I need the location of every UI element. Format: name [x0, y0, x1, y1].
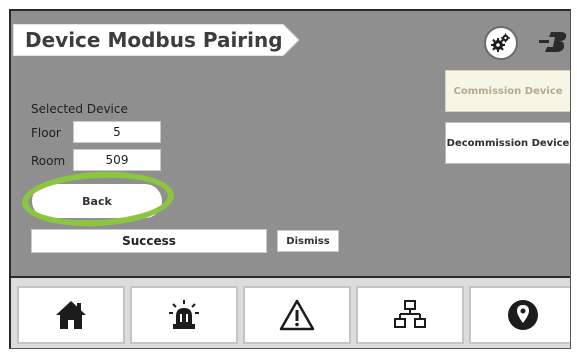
room-value: 509 [105, 153, 129, 167]
nav-home-button[interactable] [17, 286, 125, 344]
decommission-device-label: Decommission Device [446, 137, 570, 149]
selected-device-heading: Selected Device [31, 102, 128, 116]
home-icon [56, 301, 86, 329]
highlight-ring [20, 168, 176, 230]
warning-icon [279, 299, 315, 331]
location-pin-icon [508, 300, 538, 330]
floor-label: Floor [31, 126, 61, 140]
network-icon [394, 300, 426, 328]
nav-location-button[interactable] [469, 286, 570, 344]
commission-device-button[interactable]: Commission Device [445, 70, 570, 112]
room-label: Room [31, 154, 66, 168]
alarm-icon [169, 300, 199, 329]
gear-icon [491, 33, 510, 52]
floor-value-field: 5 [73, 121, 161, 143]
decommission-device-button[interactable]: Decommission Device [445, 122, 570, 164]
app-screen: Device Modbus Pairing Commission Device … [9, 9, 571, 349]
settings-button[interactable] [484, 26, 518, 60]
nav-alarm-button[interactable] [130, 286, 238, 344]
page-title-banner: Device Modbus Pairing [13, 24, 301, 56]
dismiss-label: Dismiss [286, 235, 330, 247]
nav-network-button[interactable] [356, 286, 464, 344]
commission-device-label: Commission Device [453, 85, 563, 97]
status-message: Success [122, 234, 176, 248]
dismiss-button[interactable]: Dismiss [277, 230, 339, 252]
status-message-bar: Success [31, 229, 267, 253]
bottom-nav-bar [11, 276, 570, 348]
nav-warning-button[interactable] [243, 286, 351, 344]
page-title: Device Modbus Pairing [25, 28, 283, 52]
room-value-field: 509 [73, 149, 161, 171]
floor-value: 5 [113, 125, 121, 139]
brand-logo-icon [539, 29, 569, 55]
